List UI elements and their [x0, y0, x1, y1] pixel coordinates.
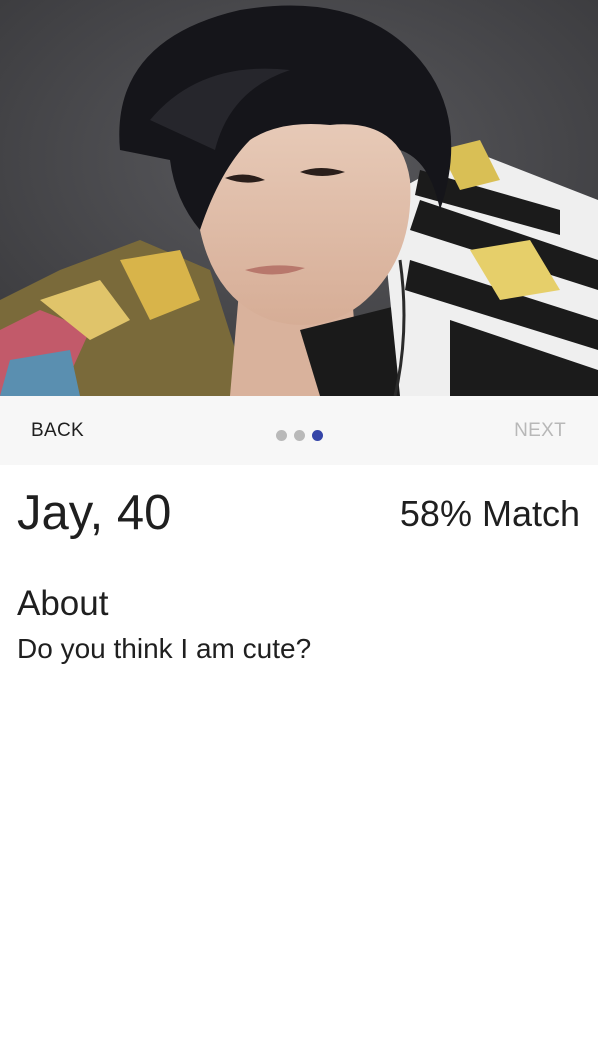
step-dot-2	[294, 430, 305, 441]
back-button[interactable]: BACK	[31, 396, 84, 465]
about-text: Do you think I am cute?	[17, 633, 312, 664]
about-heading: About	[17, 584, 109, 623]
profile-photo	[0, 0, 598, 396]
profile-name-age: Jay, 40	[17, 486, 172, 540]
step-dot-3	[312, 430, 323, 441]
match-percentage: 58% Match	[399, 493, 580, 534]
next-button[interactable]: NEXT	[514, 396, 566, 465]
step-dot-1	[276, 430, 287, 441]
